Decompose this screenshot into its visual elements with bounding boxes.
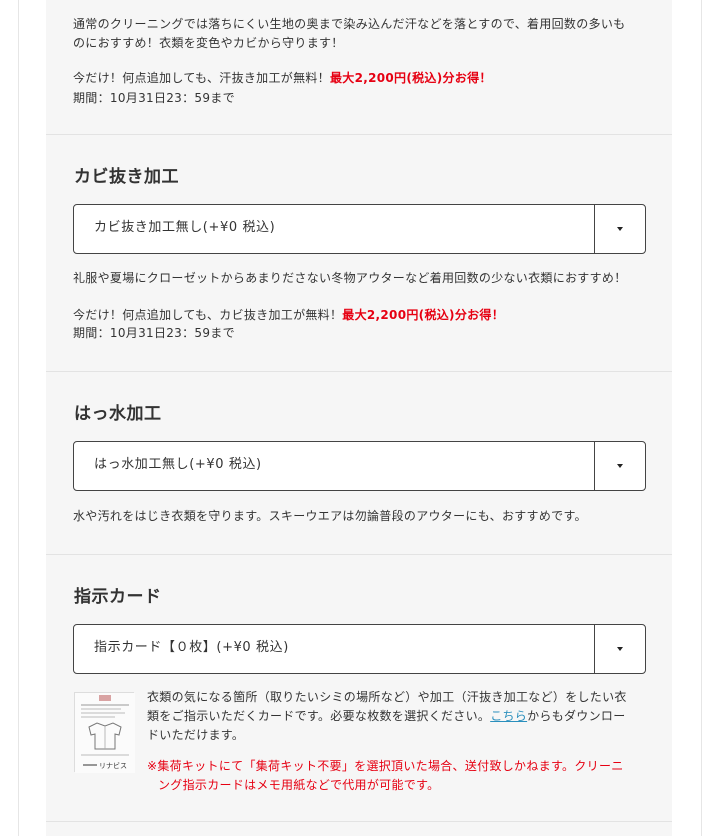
mold-promo: 今だけ！何点追加しても、カビ抜き加工が無料！最大2,200円(税込)分お得！ [73,305,504,325]
sweat-description-line2: のにおすすめ！衣類を変色やカビから守ります！ [73,36,344,50]
card-description-line1: 衣類の気になる箇所（取りたいシミの場所など）や加工（汗抜き加工など）をしたい衣 [147,690,627,704]
water-title: はっ水加工 [74,404,162,424]
mold-select-value: カビ抜き加工無し(+¥0 税込) [94,220,276,235]
water-select-button[interactable] [595,442,645,490]
water-select[interactable]: はっ水加工無し(+¥0 税込) [73,441,646,491]
card-warning-line2: ング指示カードはメモ用紙などで代用が可能です。 [158,778,440,792]
water-description: 水や汚れをはじき衣類を守ります。スキーウエアは勿論普段のアウターにも、おすすめで… [73,509,587,523]
instruction-card-illustration: リナビス [75,693,135,773]
water-select-value: はっ水加工無し(+¥0 税込) [94,457,262,472]
mold-select[interactable]: カビ抜き加工無し(+¥0 税込) [73,204,646,254]
mold-promo-period: 期間：10月31日23：59まで [73,326,235,340]
card-select[interactable]: 指示カード【０枚】(+¥0 税込) [73,624,646,674]
card-warning: ※集荷キットにて「集荷キット不要」を選択頂いた場合、送付致しかねます。クリーニ … [147,757,643,795]
card-description-text-after: からもダウンロー [527,709,626,723]
mold-description: 礼服や夏場にクローゼットからあまりださない冬物アウターなど着用回数の少ない衣類に… [73,271,627,285]
card-description: 衣類の気になる箇所（取りたいシミの場所など）や加工（汗抜き加工など）をしたい衣 … [147,688,643,745]
chevron-down-icon [617,464,623,468]
mold-title: カビ抜き加工 [74,167,179,187]
mold-select-button[interactable] [595,205,645,253]
card-select-button[interactable] [595,625,645,673]
card-warning-line1: ※集荷キットにて「集荷キット不要」を選択頂いた場合、送付致しかねます。クリーニ [147,759,624,773]
sweat-promo-highlight: 最大2,200円(税込)分お得！ [329,71,492,85]
mold-promo-text: 今だけ！何点追加しても、カビ抜き加工が無料！ [73,308,343,322]
download-link[interactable]: こちら [490,709,527,723]
frame-border-right [701,0,702,836]
card-select-value: 指示カード【０枚】(+¥0 税込) [94,640,289,655]
card-description-line3: ドいただけます。 [147,728,245,742]
instruction-card-image: リナビス [74,692,135,773]
mold-promo-highlight: 最大2,200円(税込)分お得！ [342,308,505,322]
card-description-line2: 類をご指示いただくカードです。必要な枚数を選択ください。こちらからもダウンロー [147,707,643,726]
card-title: 指示カード [74,587,162,607]
next-section [46,822,672,836]
frame-border-left [18,0,19,836]
sweat-promo-text: 今だけ！何点追加しても、汗抜き加工が無料！ [73,71,330,85]
sweat-promo: 今だけ！何点追加しても、汗抜き加工が無料！最大2,200円(税込)分お得！ [73,68,492,88]
sweat-description-line1: 通常のクリーニングでは落ちにくい生地の奥まで染み込んだ汗などを落とすので、着用回… [73,17,626,31]
chevron-down-icon [617,647,623,651]
sweat-promo-period: 期間：10月31日23：59まで [73,91,235,105]
chevron-down-icon [617,227,623,231]
card-description-text: 類をご指示いただくカードです。必要な枚数を選択ください。 [147,709,491,723]
card-image-brand: リナビス [99,761,127,770]
